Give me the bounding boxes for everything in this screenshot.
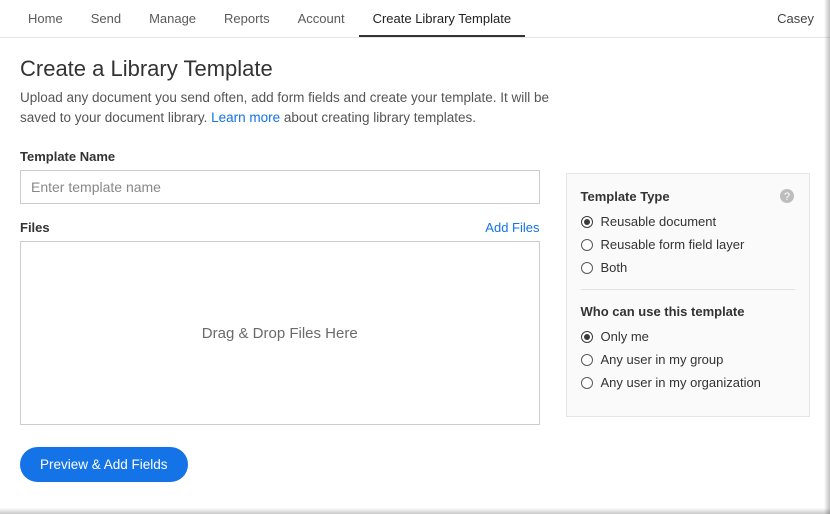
access-option-1[interactable]: Any user in my group (581, 352, 796, 367)
template-type-option-label: Both (601, 260, 628, 275)
learn-more-link[interactable]: Learn more (211, 110, 280, 125)
page-description: Upload any document you send often, add … (20, 88, 580, 127)
page-title: Create a Library Template (20, 56, 810, 82)
right-panel: Template Type ? Reusable documentReusabl… (566, 173, 811, 417)
user-menu[interactable]: Casey (777, 11, 816, 26)
nav-item-send[interactable]: Send (77, 1, 135, 36)
files-header: Files Add Files (20, 220, 540, 235)
template-type-option-label: Reusable document (601, 214, 717, 229)
files-label: Files (20, 220, 50, 235)
template-type-title: Template Type (581, 189, 670, 204)
panel-divider (581, 289, 796, 290)
page-body: Create a Library Template Upload any doc… (0, 38, 830, 500)
radio-icon (581, 331, 593, 343)
nav-item-reports[interactable]: Reports (210, 1, 284, 36)
content-columns: Template Name Files Add Files Drag & Dro… (20, 149, 810, 482)
access-title: Who can use this template (581, 304, 796, 319)
add-files-link[interactable]: Add Files (485, 220, 539, 235)
files-dropzone[interactable]: Drag & Drop Files Here (20, 241, 540, 425)
desc-text-b: about creating library templates. (280, 110, 476, 125)
access-option-label: Any user in my group (601, 352, 724, 367)
nav-item-home[interactable]: Home (14, 1, 77, 36)
radio-icon (581, 377, 593, 389)
preview-add-fields-button[interactable]: Preview & Add Fields (20, 447, 188, 482)
template-type-options: Reusable document Reusable form field lay… (581, 214, 796, 275)
template-type-option-label: Reusable form field layer (601, 237, 745, 252)
template-type-option-1[interactable]: Reusable form field layer (581, 237, 796, 252)
template-type-option-0[interactable]: Reusable document (581, 214, 796, 229)
svg-text:?: ? (784, 191, 790, 203)
access-option-2[interactable]: Any user in my organization (581, 375, 796, 390)
template-type-option-2[interactable]: Both (581, 260, 796, 275)
left-column: Template Name Files Add Files Drag & Dro… (20, 149, 540, 482)
bottom-shadow (0, 508, 830, 514)
access-option-0[interactable]: Only me (581, 329, 796, 344)
access-option-label: Any user in my organization (601, 375, 761, 390)
template-name-label: Template Name (20, 149, 540, 164)
template-name-input[interactable] (20, 170, 540, 204)
nav-item-account[interactable]: Account (284, 1, 359, 36)
help-icon[interactable]: ? (779, 188, 795, 204)
nav-item-create-library-template[interactable]: Create Library Template (359, 1, 526, 36)
access-option-label: Only me (601, 329, 649, 344)
top-nav: HomeSendManageReportsAccountCreate Libra… (0, 0, 830, 38)
nav-item-manage[interactable]: Manage (135, 1, 210, 36)
radio-icon (581, 354, 593, 366)
dropzone-text: Drag & Drop Files Here (202, 325, 358, 342)
radio-icon (581, 262, 593, 274)
radio-icon (581, 239, 593, 251)
access-options: Only me Any user in my group Any user in m… (581, 329, 796, 390)
template-type-header: Template Type ? (581, 188, 796, 204)
radio-icon (581, 216, 593, 228)
